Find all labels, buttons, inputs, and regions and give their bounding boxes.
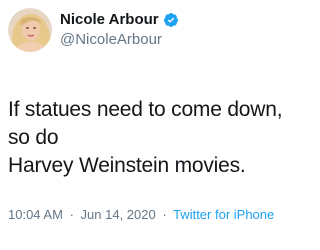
tweet-text: If statues need to come down, so do Harv…: [8, 96, 294, 180]
verified-badge-icon: [163, 13, 178, 27]
author-names: Nicole Arbour @NicoleArbour: [60, 10, 179, 50]
display-name[interactable]: Nicole Arbour: [60, 10, 159, 30]
name-row: Nicole Arbour: [60, 10, 179, 30]
avatar[interactable]: [8, 8, 52, 52]
tweet-time[interactable]: 10:04 AM: [8, 207, 63, 222]
tweet-card: Nicole Arbour @NicoleArbour If statues n…: [0, 0, 300, 250]
author-handle[interactable]: @NicoleArbour: [60, 30, 179, 50]
meta-separator: ·: [162, 207, 167, 222]
profile-photo-icon: [8, 8, 52, 52]
tweet-meta: 10:04 AM · Jun 14, 2020 · Twitter for iP…: [8, 207, 274, 223]
tweet-header: Nicole Arbour @NicoleArbour: [8, 8, 179, 52]
tweet-date[interactable]: Jun 14, 2020: [81, 207, 156, 222]
tweet-source-link[interactable]: Twitter for iPhone: [173, 207, 274, 222]
tweet-text-line-1: If statues need to come down, so do: [8, 98, 283, 149]
tweet-text-line-2: Harvey Weinstein movies.: [8, 154, 246, 177]
meta-separator: ·: [69, 207, 74, 222]
